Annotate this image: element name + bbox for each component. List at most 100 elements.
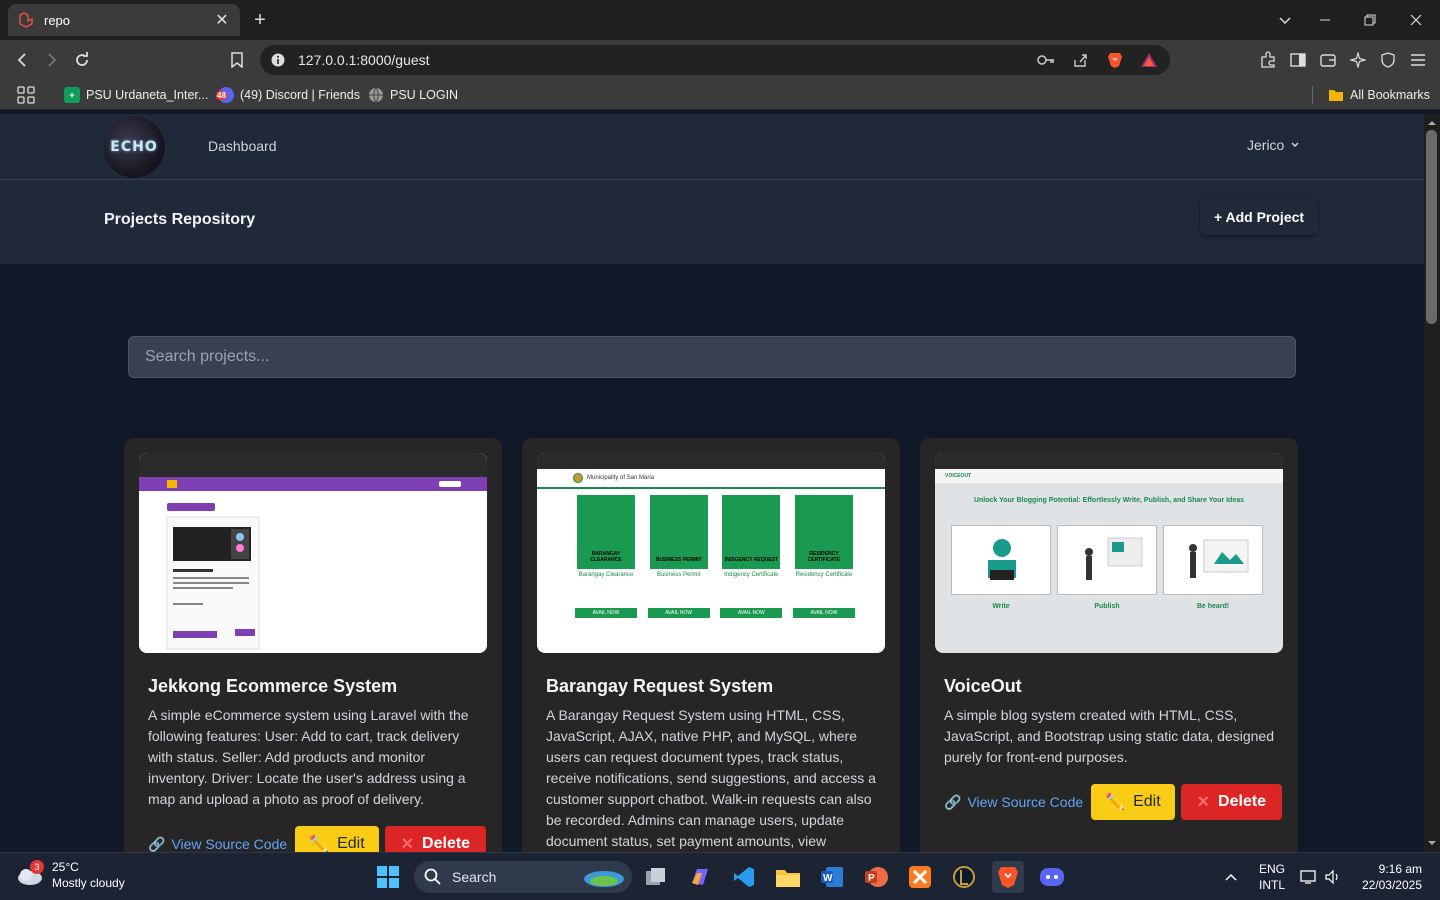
volume-icon[interactable] — [1324, 853, 1342, 900]
thumb-browser-bar — [935, 453, 1283, 469]
all-bookmarks[interactable]: All Bookmarks — [1328, 86, 1430, 104]
xampp-icon[interactable] — [904, 861, 936, 893]
project-actions: 🔗 View Source Code ✏️ Edit ✕ Delete — [944, 784, 1283, 820]
new-tab-button[interactable]: + — [250, 8, 270, 32]
thumb-feature-card — [951, 525, 1051, 595]
minimize-button[interactable] — [1313, 8, 1337, 32]
pencil-icon: ✏️ — [1105, 794, 1126, 811]
brave-shields-icon[interactable] — [1105, 50, 1125, 70]
user-menu[interactable]: Jerico — [1247, 137, 1300, 153]
powerpoint-icon[interactable]: P — [860, 861, 892, 893]
edit-button[interactable]: ✏️ Edit — [1091, 784, 1175, 820]
nav-dashboard-link[interactable]: Dashboard — [208, 138, 277, 154]
link-icon: 🔗 — [944, 793, 962, 810]
thumb-doc: RESIDENCY CERTIFICATE Residency Certific… — [792, 495, 855, 645]
brave-browser-icon[interactable] — [992, 861, 1024, 893]
project-title: Barangay Request System — [546, 676, 774, 696]
publish-illustration — [1085, 537, 1143, 580]
pencil-icon: ✏️ — [309, 836, 330, 852]
extensions-icon[interactable] — [1256, 48, 1280, 72]
bookmark-icon[interactable] — [225, 48, 249, 72]
bookmark-psu-login[interactable]: PSU LOGIN — [368, 86, 458, 104]
tray-overflow-icon[interactable] — [1224, 853, 1238, 900]
page-title: Projects Repository — [104, 211, 256, 228]
scroll-up-icon[interactable] — [1424, 116, 1440, 130]
search-input[interactable] — [128, 336, 1296, 378]
weather-temp: 25°C — [52, 860, 79, 874]
vpn-icon[interactable] — [1376, 48, 1400, 72]
project-actions: 🔗 View Source Code ✏️ Edit ✕ Delete — [148, 826, 487, 853]
thumb-doc-list: BARANGAY CLEARANCE Barangay Clearance AV… — [575, 495, 855, 645]
view-source-link[interactable]: 🔗 View Source Code — [148, 836, 287, 853]
discord-icon: 48 — [216, 87, 234, 103]
thumb-doc: BUSINESS PERMIT Business Permit AVAIL NO… — [647, 495, 710, 645]
delete-button[interactable]: ✕ Delete — [1180, 784, 1283, 820]
weather-desc: Mostly cloudy — [52, 876, 125, 890]
wallet-icon[interactable] — [1316, 48, 1340, 72]
clock[interactable]: 9:16 am 22/03/2025 — [1356, 853, 1422, 900]
browser-tab[interactable]: repo ✕ — [8, 4, 240, 36]
project-card: Jekkong Ecommerce System A simple eComme… — [124, 438, 502, 852]
page-content: ECHO Dashboard Jerico Projects Repositor… — [0, 114, 1424, 852]
search-icon — [424, 868, 441, 885]
vscode-icon[interactable] — [728, 861, 760, 893]
url-text: 127.0.0.1:8000/guest — [298, 52, 430, 68]
brave-rewards-icon[interactable] — [1139, 50, 1159, 70]
taskbar-search[interactable]: Search — [414, 861, 632, 893]
key-icon[interactable] — [1036, 50, 1056, 70]
link-icon: 🔗 — [148, 835, 166, 852]
start-windows-icon[interactable] — [372, 861, 404, 893]
leo-ai-icon[interactable] — [1346, 48, 1370, 72]
bookmarks-bar: + PSU Urdaneta_Inter... 48 (49) Discord … — [0, 80, 1440, 110]
close-window-button[interactable] — [1404, 8, 1428, 32]
thumb-feature-card — [1163, 525, 1263, 595]
add-project-button[interactable]: + Add Project — [1200, 199, 1318, 235]
back-icon[interactable] — [10, 48, 34, 72]
thumb-logo: VOICEOUT — [935, 469, 1283, 483]
reload-icon[interactable] — [70, 48, 94, 72]
weather-badge: 3 — [30, 860, 44, 874]
scrollbar-thumb[interactable] — [1426, 130, 1437, 324]
x-icon: ✕ — [1196, 794, 1211, 811]
menu-icon[interactable] — [1406, 48, 1430, 72]
apps-grid-icon[interactable] — [17, 86, 35, 104]
echo-logo[interactable]: ECHO — [103, 116, 165, 178]
edit-button[interactable]: ✏️ Edit — [295, 826, 379, 852]
bookmark-discord[interactable]: 48 (49) Discord | Friends — [216, 86, 360, 104]
project-thumbnail: Municipality of San Maria BARANGAY CLEAR… — [537, 453, 885, 653]
task-view-icon[interactable] — [640, 861, 672, 893]
word-icon[interactable]: W — [816, 861, 848, 893]
share-icon[interactable] — [1070, 50, 1090, 70]
project-title: VoiceOut — [944, 676, 1022, 696]
forward-icon[interactable] — [40, 48, 64, 72]
project-thumbnail — [139, 453, 487, 653]
be-heard-illustration — [1189, 539, 1249, 578]
cloud-icon: 3 — [14, 860, 44, 887]
discord-taskbar-icon[interactable] — [1036, 861, 1068, 893]
weather-widget[interactable]: 3 25°C Mostly cloudy — [14, 859, 125, 891]
network-icon[interactable] — [1300, 853, 1318, 900]
file-explorer-icon[interactable] — [772, 861, 804, 893]
project-description: A simple blog system created with HTML, … — [944, 707, 1274, 765]
scroll-down-icon[interactable] — [1424, 836, 1440, 850]
bookmark-psu-urdaneta[interactable]: + PSU Urdaneta_Inter... — [64, 86, 208, 104]
delete-button[interactable]: ✕ Delete — [384, 826, 487, 852]
project-card: Municipality of San Maria BARANGAY CLEAR… — [522, 438, 900, 852]
copilot-icon[interactable] — [684, 861, 716, 893]
tab-strip: repo ✕ + — [0, 0, 1440, 40]
sidebar-icon[interactable] — [1286, 48, 1310, 72]
tab-search-chevron-icon[interactable] — [1273, 8, 1297, 32]
laravel-icon — [19, 12, 33, 28]
thumb-heading: Unlock Your Blogging Potential: Effortle… — [973, 497, 1245, 504]
language-indicator[interactable]: ENG INTL — [1259, 853, 1285, 900]
close-tab-icon[interactable]: ✕ — [214, 10, 230, 30]
site-info-icon[interactable] — [270, 52, 286, 68]
svg-text:P: P — [868, 873, 875, 884]
league-of-legends-icon[interactable] — [948, 861, 980, 893]
project-title: Jekkong Ecommerce System — [148, 676, 398, 696]
top-navbar: ECHO Dashboard Jerico — [0, 114, 1424, 180]
restore-button[interactable] — [1358, 8, 1382, 32]
project-description: A simple eCommerce system using Laravel … — [148, 707, 469, 807]
address-bar[interactable]: 127.0.0.1:8000/guest — [260, 45, 1170, 75]
view-source-link[interactable]: 🔗 View Source Code — [944, 794, 1083, 811]
